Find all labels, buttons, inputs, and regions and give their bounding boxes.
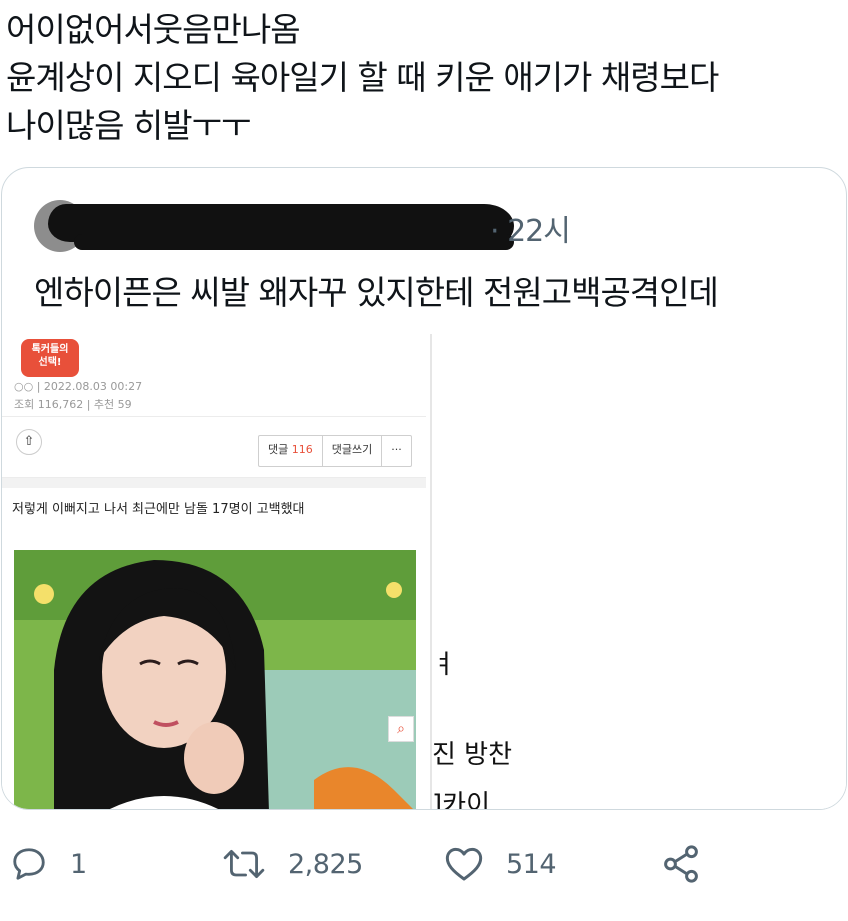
divider (2, 478, 426, 488)
idol-photo (14, 550, 416, 809)
quoted-tweet-text: 엔하이픈은 씨발 왜자꾸 있지한테 전원고백공격인데 (34, 273, 719, 312)
reply-icon (13, 848, 45, 880)
quoted-tweet-card[interactable]: · 22시 엔하이픈은 씨발 왜자꾸 있지한테 전원고백공격인데 톡커들의 선택… (1, 167, 847, 810)
tokker-choice-badge: 톡커들의 선택! (21, 339, 79, 377)
more-button[interactable]: ··· (382, 436, 411, 466)
retweet-button[interactable]: 2,825 (222, 836, 363, 892)
heart-icon (445, 847, 483, 881)
comments-label: 댓글 (268, 443, 289, 456)
reply-count: 1 (70, 848, 87, 880)
media-image-left[interactable]: 톡커들의 선택! ○○ | 2022.08.03 00:27 조회 116,76… (2, 334, 426, 809)
retweet-icon (223, 850, 265, 878)
fragment-1: ㅕ (432, 650, 456, 680)
badge-line-1: 톡커들의 (31, 344, 69, 355)
post-date: ○○ | 2022.08.03 00:27 (14, 380, 143, 393)
tweet-line-2: 윤계상이 지오디 육아일기 할 때 키운 애기가 채령보다 (6, 58, 719, 97)
share-button[interactable] (660, 836, 702, 892)
media-image-right[interactable]: ㅕ 진 방찬 ]카이 ㄴ (430, 334, 846, 810)
comments-button[interactable]: 댓글 116 (259, 436, 323, 466)
share-icon[interactable]: ⇧ (16, 429, 42, 455)
tweet-line-1: 어이없어서웃음만나옴 (6, 10, 301, 49)
badge-line-2: 선택! (38, 357, 62, 368)
comments-count: 116 (291, 443, 313, 456)
fragment-2: 진 방찬 (432, 740, 513, 770)
like-button[interactable]: 514 (444, 836, 557, 892)
comment-button-group: 댓글 116 댓글쓰기 ··· (258, 435, 412, 467)
redacted-username-underline (74, 234, 514, 250)
post-stats: 조회 116,762 | 추천 59 (14, 398, 132, 411)
fragment-3: ]카이 (432, 790, 490, 810)
tweet-text: 어이없어서웃음만나옴 윤계상이 지오디 육아일기 할 때 키운 애기가 채령보다… (6, 6, 842, 150)
tweet-line-3: 나이많음 히발ㅜㅜ (6, 106, 251, 145)
tweet-actions: 1 2,825 514 (0, 836, 848, 896)
write-comment-button[interactable]: 댓글쓰기 (323, 436, 383, 466)
share-icon (664, 845, 698, 883)
quoted-tweet-header: · 22시 (34, 198, 814, 254)
quoted-tweet-media[interactable]: 톡커들의 선택! ○○ | 2022.08.03 00:27 조회 116,76… (2, 334, 846, 810)
post-toolbar: ⇧ 댓글 116 댓글쓰기 ··· (2, 416, 426, 478)
retweet-count: 2,825 (288, 848, 363, 880)
reply-button[interactable]: 1 (10, 836, 87, 892)
like-count: 514 (506, 848, 557, 880)
quoted-tweet-time[interactable]: · 22시 (490, 206, 571, 250)
zoom-icon[interactable]: ⌕ (388, 716, 414, 742)
post-caption: 저렇게 이뻐지고 나서 최근에만 남돌 17명이 고백했대 (12, 502, 305, 517)
